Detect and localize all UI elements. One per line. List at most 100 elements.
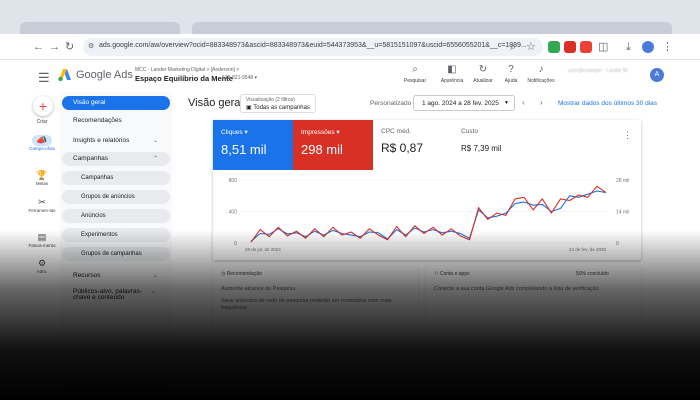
date-range-picker[interactable]: 1 ago. 2024 a 28 fev. 2025 ▼ <box>413 95 515 111</box>
create-label: Criar <box>36 119 48 125</box>
view-label: Visualização (2 filtros) <box>246 97 295 103</box>
performance-card: Cliques ▾ 8,51 mil Impressões ▾ 298 mil … <box>213 120 641 260</box>
billing-icon: ▤ <box>37 232 47 242</box>
trophy-icon: 🏆 <box>36 170 48 180</box>
account-setup-line-1: Conecte a sua conta Google Ads completan… <box>434 286 599 292</box>
search-icon: ⌕ <box>412 64 418 75</box>
nav-ad-groups-label: Grupos de anúncios <box>81 194 135 200</box>
nav-recommendations-label: Recomendações <box>73 117 122 124</box>
left-rail: + Criar 📣 Campa-nhas 🏆 Metas ✂ Ferramen-tas ▤ F… <box>28 92 56 400</box>
bookmark-star-icon[interactable]: ☆ <box>526 41 536 53</box>
nav-overview[interactable]: Visão geral <box>62 96 170 110</box>
nav-campaigns-section[interactable]: Campanhas ⌃ <box>62 152 170 166</box>
view-selector[interactable]: Visualização (2 filtros) ▣ Todas as camp… <box>240 94 316 113</box>
header-tool-label: Pesquisar <box>403 78 427 84</box>
metric-avg-cpc[interactable]: CPC méd. R$ 0,87 <box>373 120 453 170</box>
rail-item-2[interactable]: ✂ Ferramen-tas <box>28 197 56 213</box>
reload-icon[interactable]: ↻ <box>65 41 74 53</box>
extension-icon[interactable] <box>580 41 592 53</box>
metric-clicks-value: 8,51 mil <box>221 142 267 157</box>
clicks-series-line <box>250 190 607 242</box>
nav-overview-label: Visão geral <box>73 99 106 106</box>
header-tool-bell[interactable]: ♪ Notificações <box>521 64 561 84</box>
account-setup-header: ⚐ Conta e apps <box>434 271 470 277</box>
recommendation-line-2: Seus anúncios de rede de pesquisa poderã… <box>221 298 392 311</box>
nav-insights[interactable]: Insights e relatórios ⌄ <box>62 134 170 148</box>
rail-item-0[interactable]: 📣 Campa-nhas <box>28 135 56 151</box>
create-button[interactable]: + <box>33 96 53 116</box>
recommendation-line-1: Aumente alcance de Pesquisa <box>221 286 296 292</box>
browser-tab[interactable] <box>20 22 180 34</box>
account-breadcrumb[interactable]: MCC · Lander Marketing Digital > [Anders… <box>135 67 239 73</box>
rail-item-label: Fatura-mento <box>28 243 56 248</box>
right-axis-tick-label: 28 mil <box>616 178 629 184</box>
metric-avg-cpc-value: R$ 0,87 <box>381 141 424 155</box>
avatar[interactable]: A <box>650 68 664 82</box>
rail-item-4[interactable]: ⚙ Adm. <box>28 258 56 274</box>
browser-menu-icon[interactable]: ⋮ <box>662 41 673 53</box>
rail-item-label: Campa-nhas <box>29 146 55 151</box>
account-setup-card: ⚐ Conta e apps 50% concluído Conecte a s… <box>426 266 641 400</box>
nav-assets-label: Recursos <box>73 272 101 279</box>
page-title: Visão geral <box>188 97 243 109</box>
chevron-down-icon: ⌄ <box>151 289 157 295</box>
back-icon[interactable]: ← <box>33 41 44 53</box>
google-ads-logo <box>58 69 71 82</box>
left-axis-tick-label: 800 <box>229 178 238 184</box>
metric-cost[interactable]: Custo R$ 7,39 mil <box>453 120 533 170</box>
rail-item-1[interactable]: 🏆 Metas <box>28 170 56 186</box>
site-info-icon[interactable]: ⚙ <box>88 42 94 50</box>
nav-campaign-groups[interactable]: Grupos de campanhas <box>62 247 170 261</box>
account-name[interactable]: Espaço Equilíbrio da Mente <box>135 74 233 83</box>
nav-experiments[interactable]: Experimentos <box>62 228 170 242</box>
dropdown-arrow-icon: ▼ <box>504 100 509 106</box>
user-email: user@example · Lander M. <box>568 68 629 74</box>
metric-impressions[interactable]: Impressões ▾ 298 mil <box>293 120 373 170</box>
left-axis-tick-label: 0 <box>234 241 237 247</box>
last-30-days-link[interactable]: Mostrar dados dos últimos 30 dias <box>558 100 657 107</box>
rail-item-label: Metas <box>35 181 49 186</box>
chevron-down-icon: ⌄ <box>152 138 158 144</box>
url-field[interactable]: ⚙ ads.google.com/aw/overview?ocid=883348… <box>83 38 543 56</box>
metric-clicks[interactable]: Cliques ▾ 8,51 mil <box>213 120 293 170</box>
browser-tab[interactable] <box>192 22 672 34</box>
right-axis-tick-label: 0 <box>616 241 619 247</box>
metric-clicks-label-text: Cliques <box>221 129 243 136</box>
next-period-icon[interactable]: › <box>540 98 543 107</box>
metric-impressions-value: 298 mil <box>301 142 343 157</box>
menu-icon[interactable]: ☰ <box>38 70 50 86</box>
account-setup-header-text: Conta e apps <box>439 271 470 277</box>
account-id: 618-821-9548 ▾ <box>222 75 258 81</box>
forward-icon[interactable]: → <box>49 41 60 53</box>
previous-period-icon[interactable]: ‹ <box>522 98 525 107</box>
metric-cost-label: Custo <box>461 128 478 135</box>
nav-recommendations[interactable]: Recomendações <box>62 114 170 128</box>
nav-experiments-label: Experimentos <box>81 232 118 238</box>
more-options-icon[interactable]: ⋮ <box>623 130 632 141</box>
zoom-icon[interactable]: ⌕ <box>510 41 516 53</box>
header-tool-search[interactable]: ⌕ Pesquisar <box>395 64 435 84</box>
nav-ad-groups[interactable]: Grupos de anúncios <box>62 190 170 204</box>
x-axis-start-label: 26 de jul. de 2024 <box>245 247 281 252</box>
nav-campaigns[interactable]: Campanhas <box>62 171 170 185</box>
metric-impressions-label-text: Impressões <box>301 129 335 136</box>
left-axis-tick-label: 400 <box>229 210 238 216</box>
puzzle-icon[interactable]: ◫ <box>598 41 608 53</box>
nav-ads-label: Anúncios <box>81 213 106 219</box>
extension-icon[interactable] <box>548 41 560 53</box>
header-tool-label: Notificações <box>527 78 555 84</box>
nav-assets[interactable]: Recursos ⌄ <box>62 269 170 283</box>
impressions-series-line <box>250 185 607 243</box>
extension-icon[interactable] <box>564 41 576 53</box>
account-id-text: 618-821-9548 <box>222 75 254 81</box>
screenshot-stage: ← → ↻ ⚙ ads.google.com/aw/overview?ocid=… <box>0 0 700 400</box>
rail-item-3[interactable]: ▤ Fatura-mento <box>28 232 56 248</box>
url-text: ads.google.com/aw/overview?ocid=88334897… <box>99 42 527 49</box>
profile-icon[interactable] <box>642 41 654 53</box>
nav-ads[interactable]: Anúncios <box>62 209 170 223</box>
browser-tab-strip <box>0 0 700 34</box>
download-icon[interactable]: ⤓ <box>626 41 631 53</box>
overview-main: Visão geral Visualização (2 filtros) ▣ T… <box>176 92 700 400</box>
nav-audiences[interactable]: Públicos-alvo, palavras-chave e conteúdo <box>62 287 152 307</box>
nav-campaign-groups-label: Grupos de campanhas <box>81 251 142 257</box>
